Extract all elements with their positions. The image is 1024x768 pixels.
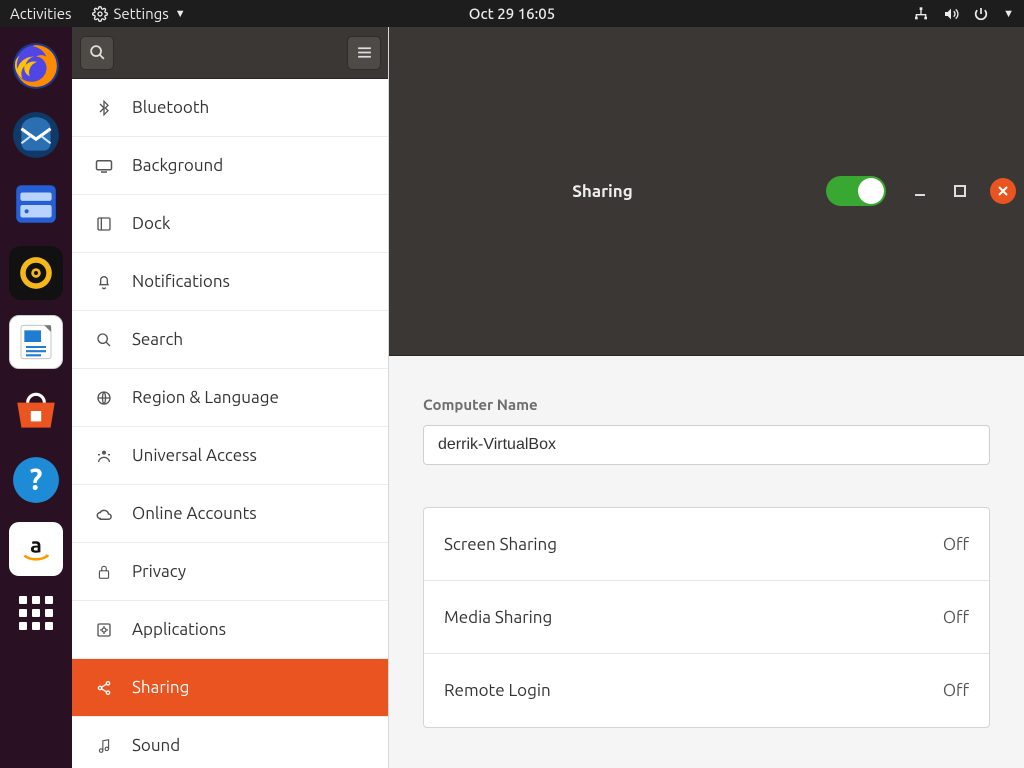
dock-app-ubuntu-software[interactable] bbox=[9, 384, 63, 438]
sidebar-item-notifications[interactable]: Notifications bbox=[72, 253, 388, 311]
headerbar-left: Settings bbox=[72, 27, 389, 79]
sidebar-item-sharing[interactable]: Sharing bbox=[72, 659, 388, 717]
show-applications-button[interactable] bbox=[16, 593, 56, 633]
sidebar-item-background[interactable]: Background bbox=[72, 137, 388, 195]
sidebar-item-label: Sound bbox=[132, 736, 180, 755]
share-icon bbox=[94, 680, 114, 696]
sidebar-item-label: Universal Access bbox=[132, 446, 257, 465]
sidebar-item-label: Privacy bbox=[132, 562, 186, 581]
lock-icon bbox=[94, 564, 114, 580]
sidebar-item-label: Sharing bbox=[132, 678, 189, 697]
sidebar-item-search[interactable]: Search bbox=[72, 311, 388, 369]
volume-icon[interactable] bbox=[943, 6, 959, 22]
bluetooth-icon bbox=[94, 100, 114, 116]
headerbar-right: Sharing bbox=[389, 27, 1024, 356]
sidebar-search-button[interactable] bbox=[80, 36, 114, 70]
settings-sidebar: Settings Bluetooth Background Dock Notifica… bbox=[72, 27, 389, 768]
computer-name-label: Computer Name bbox=[423, 396, 990, 413]
computer-name-input[interactable] bbox=[423, 425, 990, 465]
gearbox-icon bbox=[94, 622, 114, 638]
sidebar-item-applications[interactable]: Applications bbox=[72, 601, 388, 659]
sidebar-item-privacy[interactable]: Privacy bbox=[72, 543, 388, 601]
sharing-master-switch[interactable] bbox=[826, 176, 886, 206]
sidebar-item-label: Bluetooth bbox=[132, 98, 209, 117]
clock[interactable]: Oct 29 16:05 bbox=[469, 5, 555, 22]
sidebar-item-universal-access[interactable]: Universal Access bbox=[72, 427, 388, 485]
app-menu-label: Settings bbox=[114, 5, 169, 22]
svg-text:?: ? bbox=[30, 462, 43, 495]
sharing-row-label: Remote Login bbox=[444, 681, 551, 700]
dock-app-firefox[interactable] bbox=[9, 39, 63, 93]
sharing-options-list: Screen SharingOffMedia SharingOffRemote … bbox=[423, 507, 990, 728]
person-icon bbox=[94, 448, 114, 464]
sharing-row-screen-sharing[interactable]: Screen Sharing Off bbox=[424, 508, 989, 581]
app-menu[interactable]: Settings ▼ bbox=[92, 5, 186, 22]
settings-content: Sharing Computer Name Screen SharingOffM… bbox=[389, 27, 1024, 768]
sharing-row-remote-login[interactable]: Remote Login Off bbox=[424, 654, 989, 727]
dock-app-amazon[interactable]: a bbox=[9, 522, 63, 576]
dock-app-rhythmbox[interactable] bbox=[9, 246, 63, 300]
sidebar-item-label: Notifications bbox=[132, 272, 230, 291]
sharing-row-state: Off bbox=[943, 681, 969, 700]
sidebar-item-label: Background bbox=[132, 156, 223, 175]
dock-app-libreoffice-writer[interactable] bbox=[9, 315, 63, 369]
sharing-row-media-sharing[interactable]: Media Sharing Off bbox=[424, 581, 989, 654]
svg-text:a: a bbox=[30, 533, 42, 557]
hamburger-menu-button[interactable] bbox=[347, 36, 381, 70]
sidebar-item-label: Online Accounts bbox=[132, 504, 257, 523]
sidebar-item-label: Applications bbox=[132, 620, 226, 639]
window-close-button[interactable] bbox=[990, 178, 1016, 204]
dock-icon bbox=[94, 216, 114, 232]
sidebar-item-label: Search bbox=[132, 330, 183, 349]
window-title-right: Sharing bbox=[572, 182, 633, 201]
dock-app-thunderbird[interactable] bbox=[9, 108, 63, 162]
power-icon[interactable] bbox=[973, 6, 989, 22]
gear-icon bbox=[92, 6, 108, 22]
network-icon[interactable] bbox=[913, 6, 929, 22]
chevron-down-icon: ▼ bbox=[175, 8, 186, 20]
window-maximize-button[interactable] bbox=[950, 181, 970, 201]
sharing-row-state: Off bbox=[943, 608, 969, 627]
chevron-down-icon[interactable]: ▼ bbox=[1003, 8, 1014, 20]
cloud-icon bbox=[94, 507, 114, 521]
top-menu-bar: Activities Settings ▼ Oct 29 16:05 ▼ bbox=[0, 0, 1024, 27]
sharing-row-state: Off bbox=[943, 535, 969, 554]
sharing-row-label: Media Sharing bbox=[444, 608, 552, 627]
display-icon bbox=[94, 159, 114, 173]
dock-app-help[interactable]: ? bbox=[9, 453, 63, 507]
sidebar-item-bluetooth[interactable]: Bluetooth bbox=[72, 79, 388, 137]
sidebar-item-online-accounts[interactable]: Online Accounts bbox=[72, 485, 388, 543]
window-minimize-button[interactable] bbox=[910, 181, 930, 201]
sharing-row-label: Screen Sharing bbox=[444, 535, 557, 554]
dock-app-files[interactable] bbox=[9, 177, 63, 231]
search-icon bbox=[94, 332, 114, 348]
sidebar-item-region-language[interactable]: Region & Language bbox=[72, 369, 388, 427]
activities-button[interactable]: Activities bbox=[10, 5, 72, 22]
settings-window: Settings Bluetooth Background Dock Notifica… bbox=[72, 27, 1024, 768]
globe-icon bbox=[94, 390, 114, 406]
sidebar-item-sound[interactable]: Sound bbox=[72, 717, 388, 768]
sidebar-item-dock[interactable]: Dock bbox=[72, 195, 388, 253]
music-icon bbox=[94, 738, 114, 754]
sidebar-item-label: Dock bbox=[132, 214, 170, 233]
sidebar-item-label: Region & Language bbox=[132, 388, 279, 407]
bell-icon bbox=[94, 274, 114, 290]
launcher-dock: ? a bbox=[0, 27, 72, 768]
